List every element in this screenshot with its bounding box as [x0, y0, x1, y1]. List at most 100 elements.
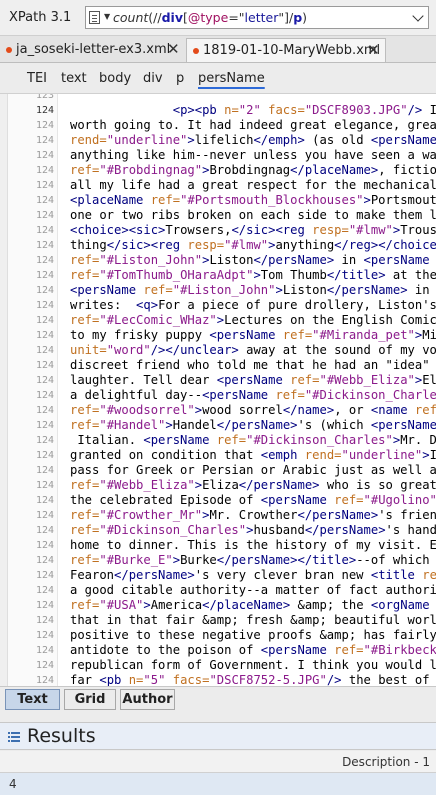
code-token: />	[407, 103, 423, 117]
breadcrumb-item-tei[interactable]: TEI	[27, 71, 47, 86]
code-token: laughter. Tell dear	[70, 373, 217, 387]
code-line[interactable]: ref="#TomThumb_OHaraAdpt">Tom Thumb</tit…	[70, 268, 436, 283]
code-token: "#Ugolino"	[363, 493, 436, 507]
breadcrumb-item-text[interactable]: text	[61, 71, 87, 86]
table-row[interactable]: 4	[0, 773, 436, 795]
code-line[interactable]: thing</sic><reg resp="#lmw">anything</re…	[70, 238, 436, 253]
code-token: </persName>	[238, 478, 320, 492]
code-token: >	[216, 313, 225, 327]
line-number: 124	[35, 450, 54, 461]
breadcrumb-item-persname[interactable]: persName	[198, 71, 265, 86]
code-token: </emph>	[253, 133, 305, 147]
tab-text-mode[interactable]: Text	[5, 689, 60, 710]
code-token: Mr. Dic	[400, 433, 436, 447]
code-token: --of which I	[356, 553, 430, 567]
code-line[interactable]: the celebrated Episode of <persName ref=…	[70, 493, 436, 508]
code-line[interactable]: <persName ref="#Liston_John">Liston</per…	[70, 283, 436, 298]
line-number: 124	[35, 630, 54, 641]
code-line[interactable]: rend="underline">lifelich</emph> (as old…	[70, 133, 436, 148]
text-editor[interactable]: 123 124 124 124 124 124 124 124 124 124 124 124 124 1…	[0, 94, 436, 686]
code-token: <persName	[202, 388, 269, 402]
code-token: "#Dickinson_Charles"	[99, 523, 247, 537]
code-line[interactable]: republican form of Government. I think y…	[70, 658, 436, 673]
tab-grid-mode[interactable]: Grid	[64, 689, 116, 710]
code-token: anything	[275, 238, 335, 252]
line-number: 124	[35, 105, 54, 116]
code-token: Liston	[209, 253, 254, 267]
code-line[interactable]: laughter. Tell dear <persName ref="#Webb…	[70, 373, 436, 388]
xpath-expression-combo[interactable]: ▼ count(//div[@type="letter"]/p)	[85, 6, 429, 29]
breadcrumb-item-div[interactable]: div	[143, 71, 163, 86]
code-line[interactable]: ref="#LecComic_WHaz">Lectures on the Eng…	[70, 313, 436, 328]
breadcrumb-item-body[interactable]: body	[99, 71, 131, 86]
xpath-history-icon[interactable]	[89, 11, 100, 24]
code-line[interactable]: Italian. <persName ref="#Dickinson_Charl…	[70, 433, 436, 448]
code-line[interactable]: ref="#Crowther_Mr">Mr. Crowther</persNam…	[70, 508, 436, 523]
code-line[interactable]: ref="#Webb_Eliza">Eliza</persName> who i…	[70, 478, 436, 493]
code-line[interactable]: one or two ribs broken on each side to m…	[70, 208, 436, 223]
code-line[interactable]: ref="#Handel">Handel</persName>'s (which…	[70, 418, 436, 433]
code-token: n=	[216, 103, 239, 117]
code-token: positive to these negative proofs &amp; …	[70, 628, 436, 642]
code-line[interactable]: <choice><sic>Trowsers,</sic><reg resp="#…	[70, 223, 436, 238]
code-line[interactable]: ref="#Burke_E">Burke</persName></title>-…	[70, 553, 436, 568]
code-token: </persName>	[326, 283, 408, 297]
tab-author-mode[interactable]: Author	[120, 689, 175, 710]
file-tab-ja-soseki[interactable]: ja_soseki-letter-ex3.xml ✕	[0, 38, 185, 62]
xpath-expression-input[interactable]: count(//div[@type="letter"]/p)	[113, 10, 307, 25]
code-token: the best of	[341, 673, 436, 686]
code-line[interactable]: worth going to. It had indeed great eleg…	[70, 118, 436, 133]
chevron-down-icon[interactable]	[412, 10, 424, 22]
code-line[interactable]: antidote to the poison of <persName ref=…	[70, 643, 436, 658]
code-line[interactable]: anything like him--never unless you have…	[70, 148, 436, 163]
code-token: America	[150, 598, 203, 612]
code-line[interactable]: unit="word"/></unclear> away at the soun…	[70, 343, 436, 358]
code-line[interactable]: ref="#Brobdingnag">Brobdingnag</placeNam…	[70, 163, 436, 178]
code-line[interactable]: a delightful day--<persName ref="#Dickin…	[70, 388, 436, 403]
code-token: For a piece of pure drollery, Liston's	[158, 298, 436, 312]
code-token: at the	[392, 268, 436, 282]
code-line[interactable]: positive to these negative proofs &amp; …	[70, 628, 436, 643]
code-line[interactable]: that in that fair &amp; fresh &amp; beau…	[70, 613, 436, 628]
code-line[interactable]: pass for Greek or Persian or Arabic just…	[70, 463, 436, 478]
xpath-token: "]/	[278, 10, 294, 25]
code-token: "#TomThumb_OHaraAdpt"	[99, 268, 254, 282]
close-icon[interactable]: ✕	[167, 40, 180, 58]
code-line[interactable]: <p><pb n="2" facs="DSCF8903.JPG"/> I tak	[70, 103, 436, 118]
code-token: ref=	[70, 268, 100, 282]
code-area[interactable]: <p><pb n="2" facs="DSCF8903.JPG"/> I tak…	[62, 94, 436, 686]
code-line[interactable]: <placeName ref="#Portsmouth_Blockhouses"…	[70, 193, 436, 208]
code-line[interactable]: to my frisky puppy <persName ref="#Miran…	[70, 328, 436, 343]
code-line[interactable]: Fearon</persName>'s very clever bran new…	[70, 568, 436, 583]
editor-fold-gutter[interactable]	[0, 94, 8, 686]
code-line[interactable]: ref="#Dickinson_Charles">husband</persNa…	[70, 523, 436, 538]
code-token: <persName	[260, 493, 327, 507]
code-line[interactable]: far <pb n="5" facs="DSCF8752-5.JPG"/> th…	[70, 673, 436, 686]
code-token: </sic><reg	[231, 223, 305, 237]
result-value: 4	[9, 777, 17, 791]
code-line[interactable]: a good citable authority--a matter of fa…	[70, 583, 436, 598]
code-token: "underline"	[341, 448, 423, 462]
panel-splitter[interactable]	[0, 712, 436, 722]
code-line[interactable]: home to dinner. This is the history of m…	[70, 538, 436, 553]
code-token: "#Miranda_pet"	[312, 328, 415, 342]
code-line[interactable]: writes: <q>For a piece of pure drollery,…	[70, 298, 436, 313]
code-line[interactable]: ref="#woodsorrel">wood sorrel</name>, or…	[70, 403, 436, 418]
code-token: >	[422, 448, 430, 462]
code-line[interactable]: ref="#Liston_John">Liston</persName> in …	[70, 253, 436, 268]
code-line[interactable]: ref="#USA">America</placeName> &amp; the…	[70, 598, 436, 613]
code-line[interactable]: granted on condition that <emph rend="un…	[70, 448, 436, 463]
description-column-header[interactable]: Description - 1	[342, 755, 430, 769]
code-token: discreet friend who told me that he had …	[70, 358, 436, 372]
line-number: 124	[35, 645, 54, 656]
close-icon[interactable]: ✕	[367, 41, 380, 59]
xpath-history-dropdown-icon[interactable]: ▼	[104, 12, 110, 21]
breadcrumb-item-p[interactable]: p	[176, 71, 184, 86]
code-line[interactable]: discreet friend who told me that he had …	[70, 358, 436, 373]
line-number: 124	[35, 420, 54, 431]
code-token: ref=	[70, 313, 100, 327]
code-line[interactable]: all my life had a great respect for the …	[70, 178, 436, 193]
xpath-version-label[interactable]: XPath 3.1	[9, 10, 71, 25]
code-token: &amp; the	[290, 598, 371, 612]
file-tab-marywebb[interactable]: 1819-01-10-MaryWebb.xml ✕	[186, 38, 386, 62]
